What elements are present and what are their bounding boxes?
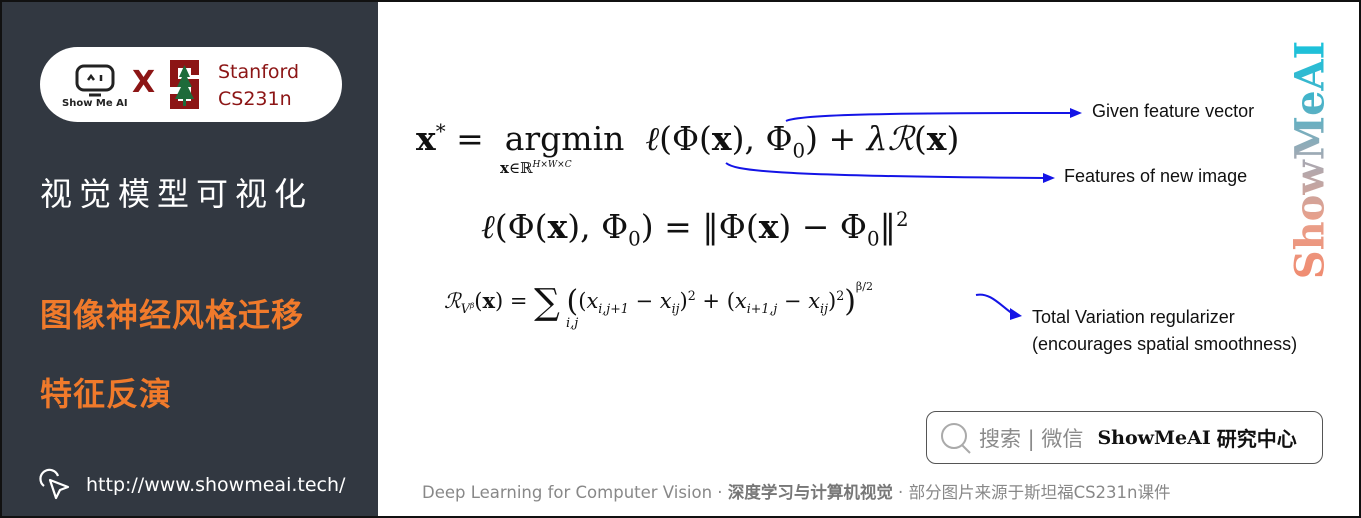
search-icon (941, 422, 971, 454)
stanford-cs231n-label: Stanford CS231n (218, 59, 299, 113)
search-label: 搜索 | 微信 (979, 426, 1084, 451)
tv-regularizer-equation: ℛVβ(x) = ∑ ((xi,j+1 − xij)2 + (xi+1,j − … (444, 280, 873, 331)
annotation-features-of-new-image: Features of new image (1064, 166, 1248, 186)
footer-sep: · (892, 483, 909, 502)
topic-feature-inversion: 特征反演 (40, 375, 173, 413)
footer-en: Deep Learning for Computer Vision (422, 483, 713, 502)
annotation-given-feature-vector: Given feature vector (1092, 101, 1255, 121)
footer-cn: 深度学习与计算机视觉 (727, 483, 893, 502)
sidebar: Show Me AI X Stanford CS231n 视觉模型可视化 图像神… (0, 0, 378, 518)
cursor-click-icon (39, 468, 70, 500)
website-url[interactable]: http://www.showmeai.tech/ (86, 474, 345, 496)
showmeai-watermark: ShowMeAI (1287, 40, 1334, 280)
course-title: 视觉模型可视化 (40, 175, 314, 213)
loss-equation: ℓ(Φ(x), Φ0) = ‖Φ(x) − Φ0‖2 (481, 207, 909, 251)
showmeai-label: Show Me AI (62, 98, 128, 109)
partner-line2: CS231n (218, 88, 292, 110)
footer: Deep Learning for Computer Vision · 深度学习… (422, 479, 1171, 503)
annotation-tv-line1: Total Variation regularizer (1032, 307, 1235, 327)
annotation-tv-regularizer: Total Variation regularizer (encourages … (1032, 304, 1297, 358)
website-link[interactable]: http://www.showmeai.tech/ (38, 468, 345, 502)
footer-sep: · (712, 483, 728, 502)
argmin-constraint: x∈ℝH×W×C (500, 159, 572, 177)
search-brand: ShowMeAI (1097, 426, 1211, 449)
partner-line1: Stanford (218, 61, 300, 83)
topic-style-transfer: 图像神经风格迁移 (40, 296, 305, 334)
objective-equation: x* = argmin ℓ(Φ(x), Φ0) + λℛ(x) x∈ℝH×W×C (416, 119, 960, 177)
logo-banner: Show Me AI X Stanford CS231n (40, 47, 342, 122)
collab-separator: X (132, 65, 156, 100)
stanford-logo-icon (170, 60, 199, 109)
watermark-text: ShowMeAI (1286, 40, 1334, 280)
annotation-tv-line2: (encourages spatial smoothness) (1032, 334, 1298, 354)
sum-index: i,j (566, 316, 579, 331)
search-brand-cn: 研究中心 (1216, 427, 1297, 451)
footer-credit: 部分图片来源于斯坦福CS231n课件 (908, 483, 1171, 502)
wechat-search-box[interactable]: 搜索 | 微信 ShowMeAI 研究中心 (926, 411, 1323, 464)
